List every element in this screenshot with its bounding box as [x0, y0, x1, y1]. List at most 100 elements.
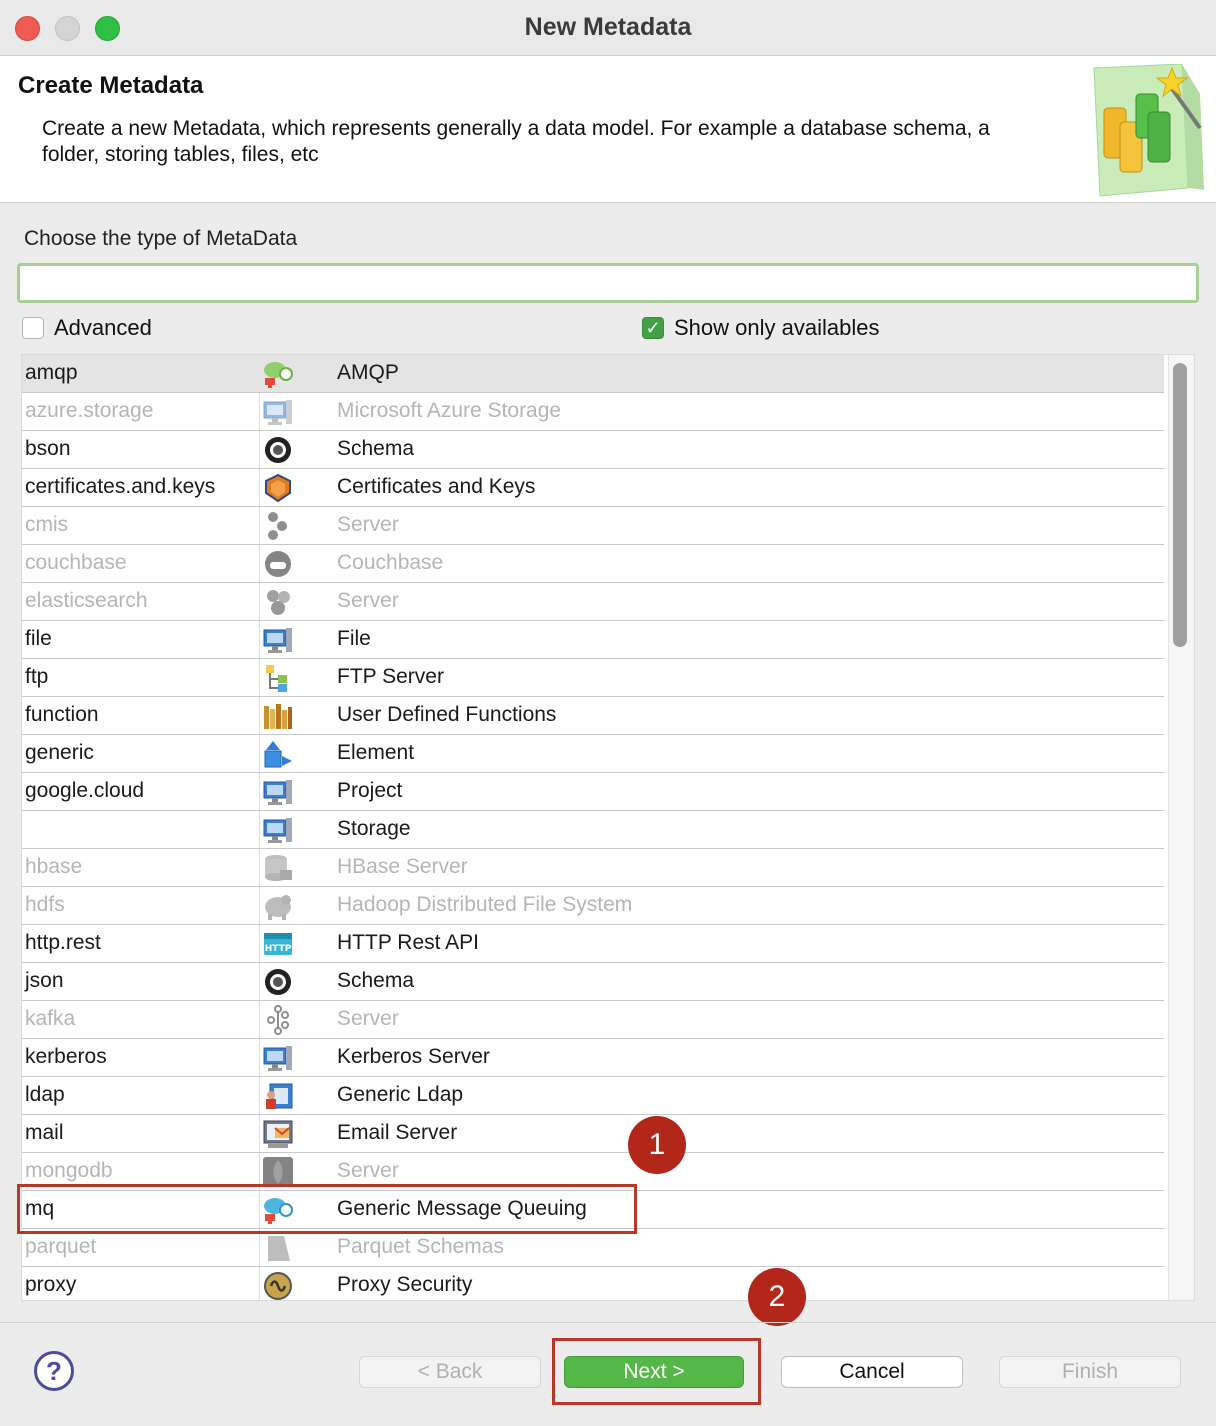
row-label: AMQP — [337, 361, 399, 384]
row-key: hdfs — [25, 893, 65, 916]
choose-type-label: Choose the type of MetaData — [24, 227, 298, 250]
table-row[interactable]: Storage — [22, 811, 1164, 849]
wizard-header: Create Metadata Create a new Metadata, w… — [0, 56, 1216, 203]
hadoop-icon — [265, 895, 291, 920]
row-key: amqp — [25, 361, 78, 384]
type-filter-input[interactable] — [17, 263, 1199, 303]
row-key: hbase — [25, 855, 83, 878]
element-arrow-icon — [264, 741, 292, 768]
computer-icon — [263, 628, 292, 653]
annotation-badge-1: 1 — [628, 1116, 686, 1174]
row-label: Storage — [337, 817, 411, 840]
row-key: generic — [25, 741, 94, 764]
table-row[interactable]: mail Email Server — [22, 1115, 1164, 1153]
row-label: Proxy Security — [337, 1273, 473, 1296]
table-row[interactable]: json Schema — [22, 963, 1164, 1001]
annotation-badge-2: 2 — [748, 1268, 806, 1326]
row-key: kerberos — [25, 1045, 107, 1068]
row-label: Parquet Schemas — [337, 1235, 504, 1258]
row-key: azure.storage — [25, 399, 154, 422]
table-row[interactable]: hdfs Hadoop Distributed File System — [22, 887, 1164, 925]
row-key: proxy — [25, 1273, 77, 1296]
table-row[interactable]: function User Defined Functions — [22, 697, 1164, 735]
schema-ring-icon — [265, 437, 291, 463]
row-key: file — [25, 627, 52, 650]
advanced-checkbox-row[interactable]: Advanced — [22, 314, 152, 342]
row-key: http.rest — [25, 931, 101, 954]
row-label: Server — [337, 1007, 399, 1030]
table-row[interactable]: kerberos Kerberos Server — [22, 1039, 1164, 1077]
computer-icon — [263, 818, 292, 843]
proxy-icon — [264, 1272, 292, 1300]
finish-button[interactable]: Finish — [999, 1356, 1181, 1388]
mongodb-leaf-icon — [263, 1157, 293, 1187]
table-row[interactable]: amqp AMQP — [22, 355, 1164, 393]
row-key: couchbase — [25, 551, 127, 574]
schema-ring-icon — [265, 969, 291, 995]
amqp-icon — [264, 362, 293, 388]
kafka-icon — [267, 1005, 289, 1035]
email-icon — [263, 1120, 293, 1148]
database-icon — [265, 855, 292, 881]
table-row[interactable]: generic Element — [22, 735, 1164, 773]
row-key: ldap — [25, 1083, 65, 1106]
row-label: Email Server — [337, 1121, 458, 1144]
row-key: google.cloud — [25, 779, 145, 802]
row-key: certificates.and.keys — [25, 475, 216, 498]
computer-icon — [263, 780, 292, 805]
shield-icon — [265, 473, 291, 503]
table-row[interactable]: google.cloud Project — [22, 773, 1164, 811]
table-row[interactable]: bson Schema — [22, 431, 1164, 469]
row-label: Generic Ldap — [337, 1083, 464, 1106]
cancel-button[interactable]: Cancel — [781, 1356, 963, 1388]
window-title: New Metadata — [524, 13, 692, 41]
row-label: Certificates and Keys — [337, 475, 536, 498]
row-label: Server — [337, 513, 399, 536]
show-available-checkbox[interactable]: ✓ — [642, 317, 664, 339]
row-label: Schema — [337, 437, 415, 460]
row-label: Hadoop Distributed File System — [337, 893, 633, 916]
row-label: HBase Server — [337, 855, 468, 878]
row-key: mongodb — [25, 1159, 113, 1182]
row-key: ftp — [25, 665, 49, 688]
table-row[interactable]: couchbase Couchbase — [22, 545, 1164, 583]
parquet-icon — [268, 1236, 290, 1261]
server-stack-icon — [268, 512, 287, 540]
computer-icon — [263, 1046, 292, 1071]
row-label: Kerberos Server — [337, 1045, 490, 1068]
books-icon — [264, 704, 292, 729]
next-button-highlight — [552, 1338, 761, 1405]
mq-row-highlight — [17, 1184, 637, 1234]
table-row[interactable]: ftp FTP Server — [22, 659, 1164, 697]
row-label: User Defined Functions — [337, 703, 557, 726]
scrollbar-thumb[interactable] — [1173, 363, 1187, 647]
http-icon: HTTP — [264, 933, 292, 955]
back-button[interactable]: < Back — [359, 1356, 541, 1388]
show-available-label: Show only availables — [674, 315, 880, 340]
row-key: cmis — [25, 513, 69, 536]
table-row[interactable]: elasticsearch Server — [22, 583, 1164, 621]
table-row[interactable]: hbase HBase Server — [22, 849, 1164, 887]
table-row[interactable]: cmis Server — [22, 507, 1164, 545]
table-row[interactable]: azure.storage Microsoft Azure Storage — [22, 393, 1164, 431]
row-label: Server — [337, 589, 399, 612]
show-available-checkbox-row[interactable]: ✓ Show only availables — [642, 314, 879, 342]
table-row[interactable]: kafka Server — [22, 1001, 1164, 1039]
row-label: Project — [337, 779, 403, 802]
row-label: Schema — [337, 969, 415, 992]
title-bar: New Metadata — [0, 0, 1216, 56]
table-row[interactable]: http.rest HTTP HTTP Rest API — [22, 925, 1164, 963]
svg-text:HTTP: HTTP — [265, 944, 292, 954]
table-row[interactable]: proxy Proxy Security — [22, 1267, 1164, 1300]
table-row[interactable]: ldap Generic Ldap — [22, 1077, 1164, 1115]
table-row[interactable]: parquet Parquet Schemas — [22, 1229, 1164, 1267]
ldap-icon — [266, 1083, 293, 1109]
row-label: Server — [337, 1159, 399, 1182]
table-row[interactable]: file File — [22, 621, 1164, 659]
row-label: Couchbase — [337, 551, 444, 574]
table-row[interactable]: certificates.and.keys Certificates and Ke… — [22, 469, 1164, 507]
help-icon[interactable]: ? — [34, 1351, 74, 1391]
row-label: FTP Server — [337, 665, 444, 688]
page-description: Create a new Metadata, which represents … — [42, 117, 990, 166]
advanced-checkbox[interactable] — [22, 317, 44, 339]
